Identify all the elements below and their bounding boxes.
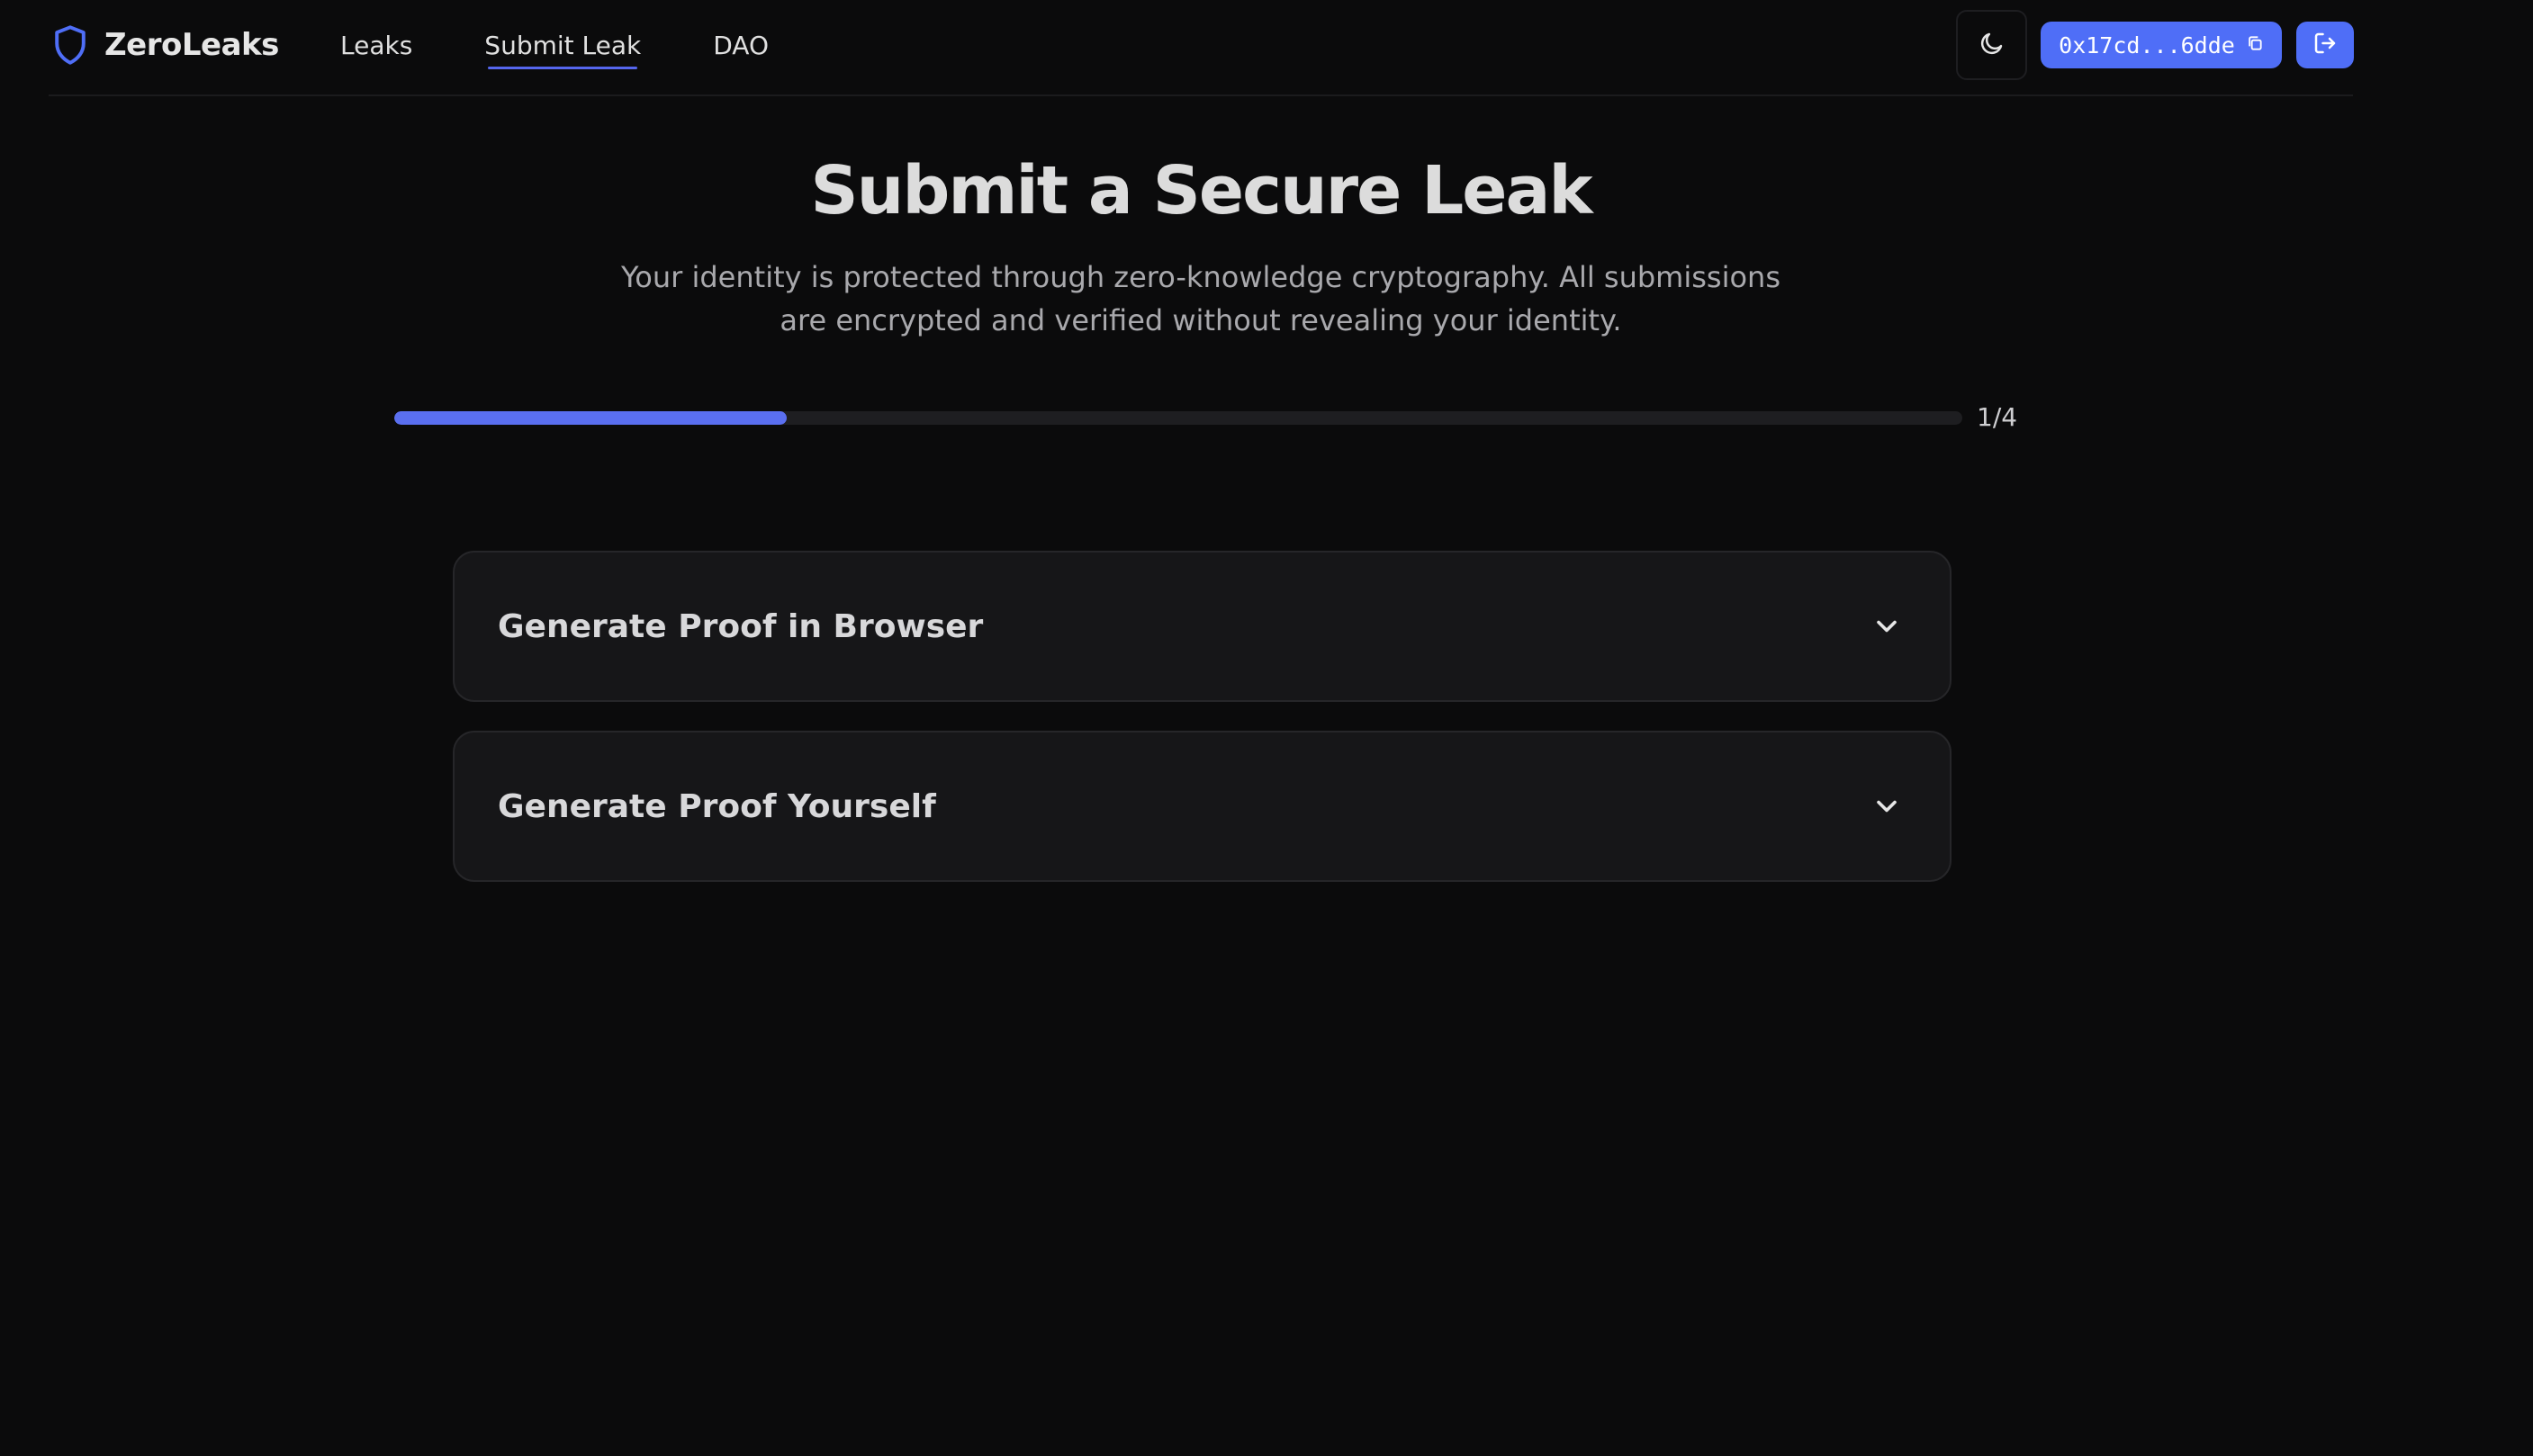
nav-link-dao[interactable]: DAO [713,31,769,60]
accordion-title: Generate Proof in Browser [498,607,984,645]
shield-icon [52,24,88,66]
logout-button[interactable] [2296,22,2354,68]
accordion-title: Generate Proof Yourself [498,787,936,825]
copy-icon [2246,34,2264,56]
main-nav: Leaks Submit Leak DAO [340,22,841,69]
moon-icon [1979,30,2006,60]
page-subtitle: Your identity is protected through zero-… [620,260,1780,337]
brand-logo-link[interactable]: ZeroLeaks [52,22,279,68]
progress-step-label: 1/4 [1977,402,2018,432]
logout-icon [2312,30,2339,60]
top-navbar: ZeroLeaks Leaks Submit Leak DAO 0x17cd..… [49,0,2354,96]
wallet-address-button[interactable]: 0x17cd...6dde [2041,22,2282,68]
accordion-generate-proof-yourself[interactable]: Generate Proof Yourself [453,731,1952,882]
nav-link-leaks[interactable]: Leaks [340,31,412,60]
submission-progress-bar [394,411,1962,425]
brand-name: ZeroLeaks [104,27,279,63]
nav-link-submit-leak[interactable]: Submit Leak [484,31,641,69]
progress-fill [394,411,787,425]
chevron-down-icon [1870,790,1903,822]
wallet-address: 0x17cd...6dde [2059,31,2235,58]
chevron-down-icon [1870,610,1903,643]
page-title: Submit a Secure Leak [810,152,1592,229]
accordion-generate-proof-in-browser[interactable]: Generate Proof in Browser [453,551,1952,702]
theme-toggle-button[interactable] [1956,10,2027,80]
